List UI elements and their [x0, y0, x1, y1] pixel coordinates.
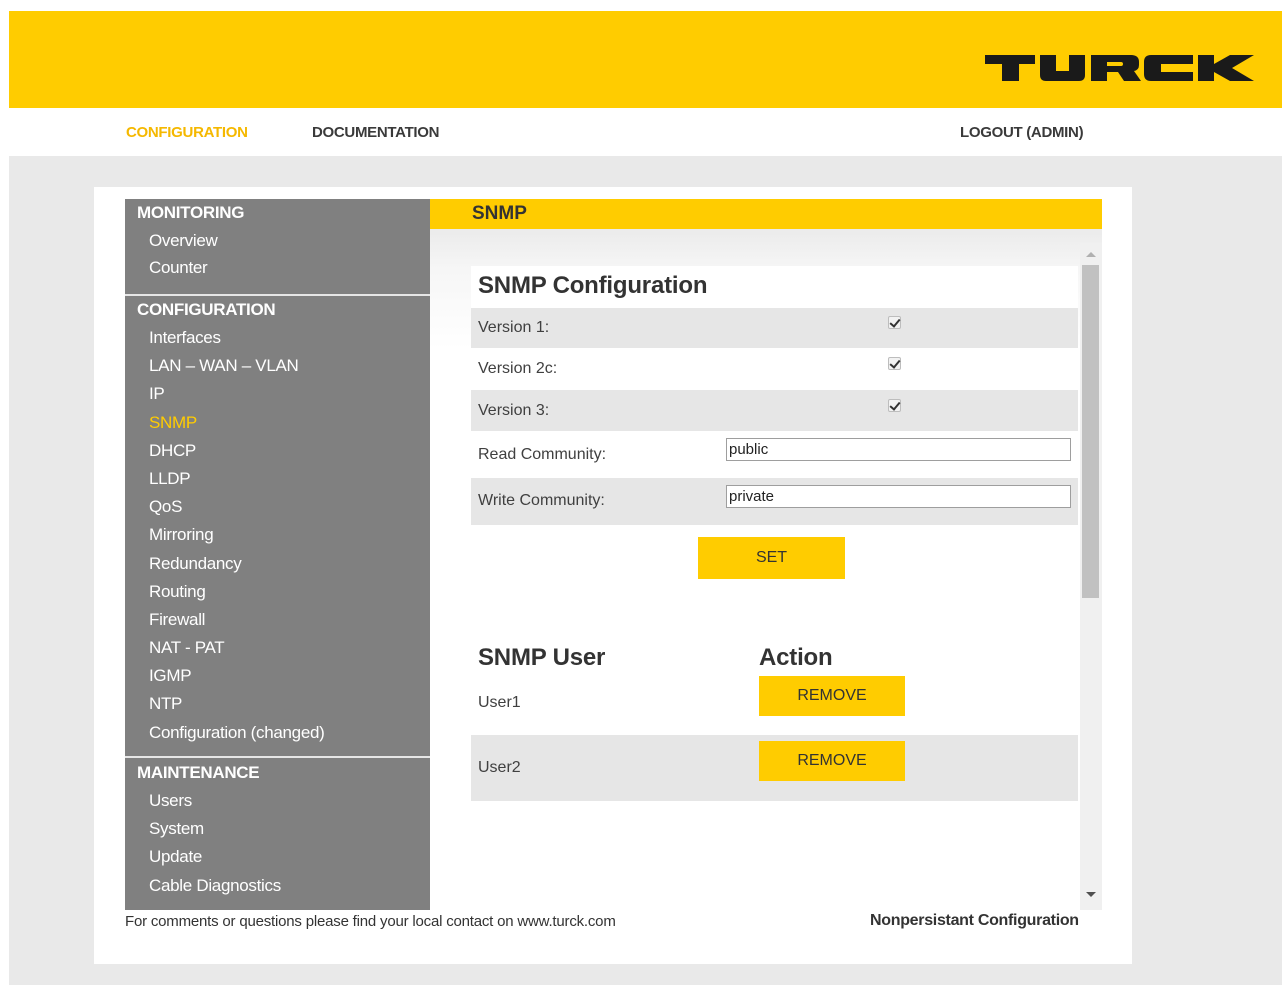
- read-community-input[interactable]: [726, 438, 1071, 461]
- sidebar-item-cable-diagnostics[interactable]: Cable Diagnostics: [125, 872, 430, 900]
- top-navigation: CONFIGURATION DOCUMENTATION LOGOUT (ADMI…: [0, 108, 1282, 156]
- sidebar-item-routing[interactable]: Routing: [125, 578, 430, 606]
- sidebar-item-interfaces[interactable]: Interfaces: [125, 324, 430, 352]
- scroll-up-button[interactable]: [1080, 245, 1102, 265]
- footer-status: Nonpersistant Configuration: [870, 912, 1079, 929]
- user-name: User2: [478, 759, 521, 776]
- sidebar-item-ip[interactable]: IP: [125, 380, 430, 408]
- sidebar-section-configuration: CONFIGURATION Interfaces LAN – WAN – VLA…: [125, 296, 430, 747]
- scrollbar-thumb[interactable]: [1082, 265, 1099, 598]
- sidebar-item-update[interactable]: Update: [125, 843, 430, 871]
- turck-logo: [985, 55, 1254, 81]
- sidebar-item-mirroring[interactable]: Mirroring: [125, 521, 430, 549]
- version3-label: Version 3:: [478, 402, 550, 419]
- version3-row: Version 3:: [471, 390, 1078, 431]
- sidebar-item-igmp[interactable]: IGMP: [125, 662, 430, 690]
- sidebar-item-users[interactable]: Users: [125, 787, 430, 815]
- arrow-down-icon: [1086, 892, 1096, 897]
- snmp-config-title: SNMP Configuration: [478, 272, 708, 299]
- version2c-row: Version 2c:: [471, 348, 1078, 390]
- sidebar-item-lldp[interactable]: LLDP: [125, 465, 430, 493]
- write-community-row: Write Community:: [471, 478, 1078, 525]
- version1-label: Version 1:: [478, 319, 550, 336]
- sidebar-item-ntp[interactable]: NTP: [125, 690, 430, 718]
- set-button[interactable]: SET: [698, 537, 845, 579]
- version2c-label: Version 2c:: [478, 360, 558, 377]
- user-row: User1 REMOVE: [471, 672, 1078, 735]
- sidebar-header-monitoring: MONITORING: [137, 203, 245, 222]
- snmp-user-header: SNMP User: [478, 644, 606, 671]
- nav-documentation[interactable]: DOCUMENTATION: [312, 124, 440, 141]
- remove-user1-button[interactable]: REMOVE: [759, 676, 905, 716]
- content-area: SNMP Configuration Version 1: Version 2c…: [430, 229, 1102, 910]
- sidebar-item-firewall[interactable]: Firewall: [125, 606, 430, 634]
- sidebar: MONITORING Overview Counter CONFIGURATIO…: [125, 199, 430, 910]
- scroll-down-button[interactable]: [1080, 885, 1102, 905]
- user-row: User2 REMOVE: [471, 735, 1078, 801]
- sidebar-item-qos[interactable]: QoS: [125, 493, 430, 521]
- footer-contact: For comments or questions please find yo…: [125, 913, 616, 930]
- arrow-up-icon: [1086, 252, 1096, 257]
- sidebar-section-monitoring: MONITORING Overview Counter: [125, 199, 430, 281]
- logout-link[interactable]: LOGOUT (ADMIN): [960, 124, 1084, 141]
- sidebar-item-nat-pat[interactable]: NAT - PAT: [125, 634, 430, 662]
- version3-checkbox[interactable]: [888, 399, 901, 412]
- write-community-label: Write Community:: [478, 492, 605, 509]
- sidebar-item-overview[interactable]: Overview: [125, 227, 430, 254]
- read-community-row: Read Community:: [471, 431, 1078, 478]
- user-name: User1: [478, 694, 521, 711]
- version1-checkbox[interactable]: [888, 316, 901, 329]
- sidebar-item-redundancy[interactable]: Redundancy: [125, 550, 430, 578]
- sidebar-item-system[interactable]: System: [125, 815, 430, 843]
- remove-user2-button[interactable]: REMOVE: [759, 741, 905, 781]
- sidebar-item-snmp[interactable]: SNMP: [125, 409, 430, 437]
- action-header: Action: [759, 644, 833, 671]
- sidebar-header-maintenance: MAINTENANCE: [137, 763, 260, 782]
- sidebar-header-configuration: CONFIGURATION: [137, 300, 276, 319]
- page-title: SNMP: [472, 203, 527, 224]
- version1-row: Version 1:: [471, 308, 1078, 348]
- sidebar-item-counter[interactable]: Counter: [125, 254, 430, 281]
- nav-configuration[interactable]: CONFIGURATION: [126, 124, 248, 141]
- sidebar-item-lan-wan-vlan[interactable]: LAN – WAN – VLAN: [125, 352, 430, 380]
- page-title-bar: SNMP: [430, 199, 1102, 229]
- read-community-label: Read Community:: [478, 446, 607, 463]
- sidebar-divider: [125, 756, 430, 758]
- write-community-input[interactable]: [726, 485, 1071, 508]
- version2c-checkbox[interactable]: [888, 357, 901, 370]
- sidebar-item-configuration-changed[interactable]: Configuration (changed): [125, 719, 430, 747]
- sidebar-item-dhcp[interactable]: DHCP: [125, 437, 430, 465]
- sidebar-section-maintenance: MAINTENANCE Users System Update Cable Di…: [125, 759, 430, 900]
